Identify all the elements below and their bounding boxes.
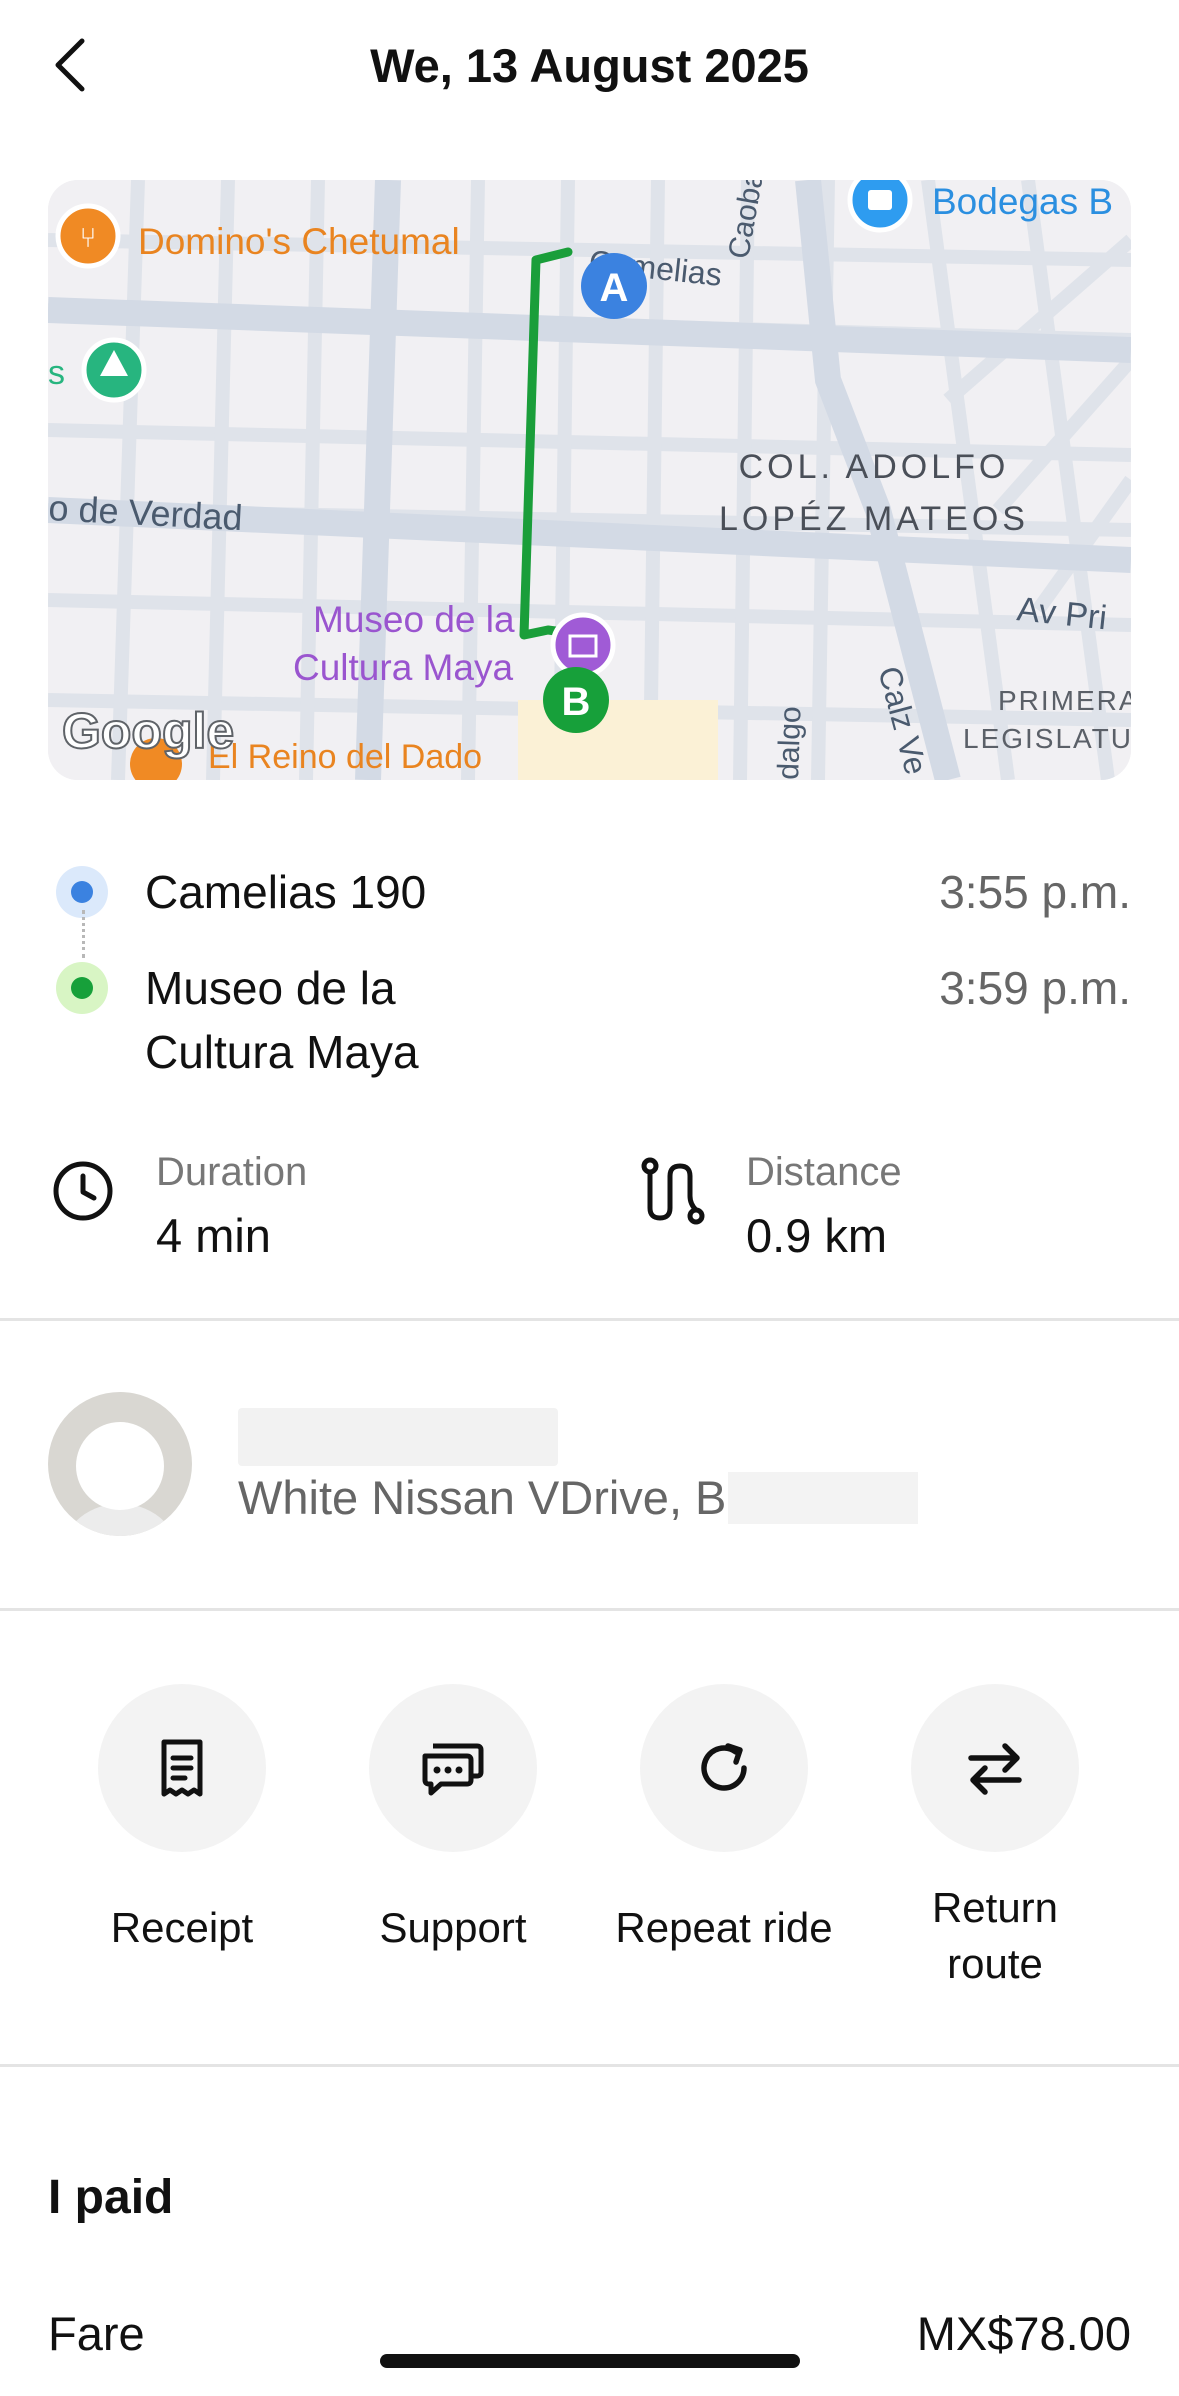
duration-value: 4 min [156, 1209, 271, 1262]
dropoff-address-line1: Museo de la [145, 962, 396, 1014]
dropoff-address: Museo de la Cultura Maya [145, 956, 845, 1084]
marker-a-label: A [600, 266, 629, 310]
dropoff-marker: B [543, 667, 609, 733]
home-indicator[interactable] [380, 2354, 800, 2368]
divider [0, 1318, 1179, 1321]
header: We, 13 August 2025 [0, 0, 1179, 140]
poi-dominos-icon: ⑂ [55, 203, 121, 269]
receipt-label: Receipt [110, 1904, 254, 1951]
driver-car-text: White Nissan VDrive, B [238, 1471, 727, 1524]
map-label-dominos: Domino's Chetumal [138, 221, 460, 262]
google-logo: Google [62, 703, 234, 759]
return-route-label: Return route [860, 1880, 1130, 1992]
dropoff-dot-icon [56, 962, 108, 1014]
duration-stat: Duration 4 min [48, 1140, 588, 1280]
dropoff-row: Museo de la Cultura Maya 3:59 p.m. [0, 956, 1179, 1086]
map-label-primera-1: PRIMERA [998, 685, 1131, 716]
map-label-museo-2: Cultura Maya [293, 647, 513, 688]
return-route-label-line2: route [947, 1940, 1043, 1987]
svg-text:⑂: ⑂ [80, 221, 97, 254]
map-label-neighborhood-2: LOPÉZ MATEOS [719, 500, 1029, 538]
park-icon [81, 337, 147, 403]
pickup-row: Camelias 190 3:55 p.m. [0, 860, 1179, 930]
swap-icon [968, 1743, 1022, 1795]
support-button[interactable]: Support [318, 1660, 588, 2020]
distance-value: 0.9 km [746, 1209, 888, 1262]
museum-icon [550, 612, 616, 678]
receipt-button-circle[interactable] [98, 1684, 266, 1852]
map-label-primera-2: LEGISLATU [963, 723, 1131, 754]
driver-name-redacted [238, 1408, 558, 1466]
trip-stats: Duration 4 min Distance 0.9 km [0, 1140, 1179, 1280]
receipt-button[interactable]: Receipt [47, 1660, 317, 2020]
pickup-address: Camelias 190 [145, 866, 427, 918]
dropoff-time: 3:59 p.m. [939, 962, 1131, 1014]
page-title: We, 13 August 2025 [370, 39, 809, 92]
map-label-bodegas: Bodegas B [932, 181, 1113, 222]
duration-label: Duration [156, 1150, 308, 1194]
driver-card[interactable]: White Nissan VDrive, B [0, 1340, 1179, 1590]
payment-section-title: I paid [48, 2171, 174, 2224]
pickup-marker: A [581, 253, 647, 319]
support-label: Support [379, 1904, 527, 1951]
repeat-ride-button-circle[interactable] [640, 1684, 808, 1852]
map-label-hidalgo: dalgo [772, 706, 808, 780]
fare-value: MX$78.00 [916, 2307, 1131, 2360]
return-route-label-line1: Return [931, 1884, 1059, 1931]
route-icon [641, 1157, 705, 1225]
clock-icon [53, 1161, 113, 1221]
marker-b-label: B [562, 680, 591, 724]
action-buttons: Receipt Support Repeat ride Return route [0, 1660, 1179, 2020]
driver-avatar [48, 1392, 192, 1536]
map-label-reino: El Reino del Dado [208, 738, 482, 776]
fare-label: Fare [48, 2307, 145, 2360]
chat-icon [422, 1743, 484, 1796]
receipt-icon [161, 1739, 203, 1797]
route-map[interactable]: ⑂ Domino's Chetumal Bodegas B s Camelias… [48, 180, 1131, 780]
repeat-ride-button[interactable]: Repeat ride [589, 1660, 859, 2020]
divider [0, 2064, 1179, 2067]
route-connector [82, 910, 85, 958]
map-label-museo-1: Museo de la [313, 599, 515, 640]
support-button-circle[interactable] [369, 1684, 537, 1852]
pickup-time: 3:55 p.m. [939, 866, 1131, 918]
poi-bodegas-icon [847, 180, 913, 233]
map-canvas: ⑂ Domino's Chetumal Bodegas B s Camelias… [48, 180, 1131, 780]
return-route-button-circle[interactable] [911, 1684, 1079, 1852]
dropoff-address-line2: Cultura Maya [145, 1026, 419, 1078]
map-label-neighborhood-1: COL. ADOLFO [739, 448, 1010, 486]
divider [0, 1608, 1179, 1611]
distance-label: Distance [746, 1150, 902, 1194]
plate-redacted [728, 1471, 919, 1524]
driver-car-info: White Nissan VDrive, B [238, 1470, 919, 1525]
repeat-ride-label: Repeat ride [615, 1904, 833, 1951]
map-label-s: s [48, 354, 65, 392]
return-route-button[interactable]: Return route [860, 1660, 1130, 2020]
distance-stat: Distance 0.9 km [638, 1140, 1158, 1280]
repeat-icon [701, 1743, 747, 1791]
